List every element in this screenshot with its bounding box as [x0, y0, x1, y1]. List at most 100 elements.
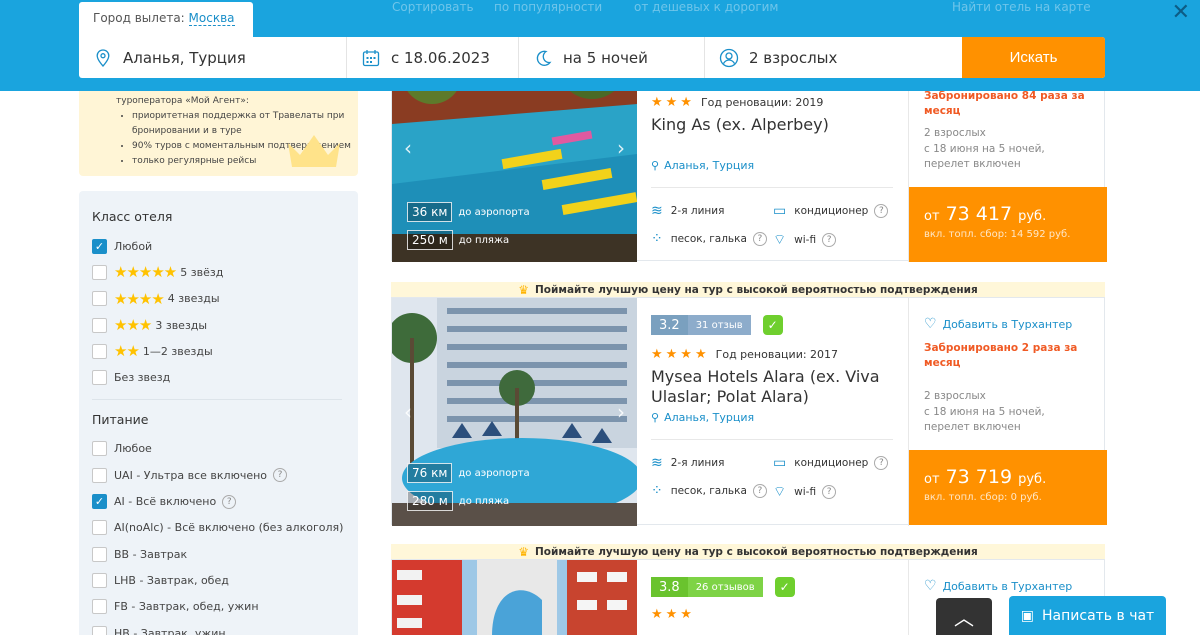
moon-icon: [533, 48, 553, 68]
add-to-tourhunter-link[interactable]: ♡ Добавить в Турхантер: [924, 578, 1072, 594]
hotel-location[interactable]: ⚲ Аланья, Турция: [651, 411, 754, 424]
location-pin-icon: ⚲: [651, 411, 660, 424]
class-option-3[interactable]: ★★★ 3 звезды: [92, 312, 358, 338]
renovation-year: Год реновации: 2017: [715, 348, 839, 361]
class-option-1-2[interactable]: ★★ 1—2 звезды: [92, 338, 358, 364]
amenity-beach: ⁘ песок, галька ?: [651, 231, 767, 247]
class-option-4[interactable]: ★★★★ 4 звезды: [92, 286, 358, 312]
hotel-photo[interactable]: [392, 560, 637, 635]
help-icon[interactable]: ?: [822, 233, 837, 247]
photo-prev-icon[interactable]: ‹: [404, 400, 412, 424]
tour-pax: 2 взрослых: [924, 127, 986, 139]
checkbox[interactable]: [92, 546, 107, 562]
help-icon[interactable]: ?: [273, 468, 288, 483]
hotel-info: 3.8 26 отзывов ✓ ★★★: [651, 560, 906, 635]
food-option[interactable]: ✓ AI - Всё включено ?: [92, 488, 358, 514]
date-field[interactable]: с 18.06.2023: [347, 37, 519, 78]
hotel-card[interactable]: ‹ › 76 км до аэропорта 280 м до пляжа 3.…: [391, 297, 1107, 526]
hotel-name[interactable]: Mysea Hotels Alara (ex. Viva Ulaslar; Po…: [651, 367, 891, 407]
food-option[interactable]: FB - Завтрак, обед, ужин: [92, 594, 358, 620]
checkbox[interactable]: [92, 520, 107, 536]
destination-value: Аланья, Турция: [123, 48, 246, 67]
class-option-5[interactable]: ★★★★★ 5 звёзд: [92, 259, 358, 285]
filters-panel: Класс отеля ✓ Любой ★★★★★ 5 звёзд ★★★★ 4…: [79, 191, 358, 635]
checkbox-checked[interactable]: ✓: [92, 494, 107, 510]
departure-city-label: Город вылета:: [93, 11, 185, 25]
price-button[interactable]: от 73 417 руб. вкл. топл. сбор: 14 592 р…: [909, 187, 1107, 262]
photo-prev-icon[interactable]: ‹: [404, 136, 412, 160]
checkbox-checked[interactable]: ✓: [92, 238, 107, 254]
review-rating[interactable]: 3.8 26 отзывов ✓: [651, 577, 795, 597]
food-option-label: HB - Завтрак, ужин: [114, 626, 226, 635]
food-option[interactable]: LHB - Завтрак, обед: [92, 567, 358, 593]
food-option[interactable]: Любое: [92, 436, 358, 462]
checkbox[interactable]: [92, 291, 107, 307]
promo-banner-text: Поймайте лучшую цену на тур с высокой ве…: [535, 283, 978, 296]
star-rating-icon: ★★★: [651, 607, 695, 622]
checkbox[interactable]: [92, 599, 107, 615]
help-icon[interactable]: ?: [752, 232, 767, 246]
rating-score: 3.2: [651, 315, 688, 335]
hotel-photo[interactable]: ‹ › 76 км до аэропорта 280 м до пляжа: [392, 298, 637, 526]
star-rating-icon: ★★★★: [651, 347, 710, 362]
add-to-tourhunter-label: Добавить в Турхантер: [942, 317, 1073, 331]
chevron-up-icon: ︿: [954, 606, 974, 630]
sand-icon: ⁘: [651, 231, 663, 247]
checkbox[interactable]: [92, 264, 107, 280]
checkbox[interactable]: [92, 343, 107, 359]
nights-field[interactable]: на 5 ночей: [519, 37, 705, 78]
food-title: Питание: [92, 411, 149, 427]
airport-distance: 36 км до аэропорта: [407, 202, 530, 222]
travelers-field[interactable]: 2 взрослых: [705, 37, 962, 78]
checkbox[interactable]: [92, 572, 107, 588]
checkbox[interactable]: [92, 441, 107, 457]
price-value: 73 417: [945, 203, 1013, 225]
class-option-any[interactable]: ✓ Любой: [92, 233, 358, 259]
help-icon[interactable]: ?: [874, 204, 889, 218]
destination-field[interactable]: Аланья, Турция: [79, 37, 347, 78]
help-icon[interactable]: ?: [822, 485, 837, 499]
hotel-card[interactable]: 3.8 26 отзывов ✓ ★★★ ♡ Добавить в Турхан…: [391, 559, 1105, 635]
photo-next-icon[interactable]: ›: [617, 136, 625, 160]
hotel-location-text: Аланья, Турция: [664, 411, 755, 424]
tour-details: 2 взрослых с 18 июня на 5 ночей, перелет…: [924, 389, 1045, 436]
food-option-label: LHB - Завтрак, обед: [114, 573, 229, 587]
help-icon[interactable]: ?: [222, 494, 237, 509]
map-link[interactable]: Найти отель на карте: [952, 0, 1091, 14]
price-button[interactable]: от 73 719 руб. вкл. топл. сбор: 0 руб.: [909, 450, 1107, 525]
departure-city-tab[interactable]: Город вылета: Москва: [79, 2, 253, 37]
scroll-top-button[interactable]: ︿: [936, 598, 992, 635]
food-option[interactable]: BB - Завтрак: [92, 541, 358, 567]
star-rating-icon: ★★★: [651, 95, 695, 110]
four-stars-icon: ★★★★: [114, 289, 165, 308]
photo-next-icon[interactable]: ›: [617, 400, 625, 424]
price-column: ♡ Добавить в Турхантер Забронировано 2 р…: [908, 298, 1107, 526]
chat-button[interactable]: ▣ Написать в чат: [1009, 596, 1166, 635]
price-currency: руб.: [1018, 472, 1047, 487]
add-to-tourhunter-link[interactable]: ♡ Добавить в Турхантер: [924, 316, 1072, 332]
hotel-stars: ★★★ Год реновации: 2019: [651, 95, 823, 110]
search-button[interactable]: Искать: [962, 37, 1105, 78]
checkbox[interactable]: [92, 625, 107, 635]
help-icon[interactable]: ?: [874, 456, 889, 470]
departure-city-link[interactable]: Москва: [188, 11, 235, 26]
sort-cheap-option[interactable]: от дешевых к дорогим: [634, 0, 778, 14]
checkbox[interactable]: [92, 317, 107, 333]
class-option-none[interactable]: Без звезд: [92, 364, 358, 390]
food-option-label: FB - Завтрак, обед, ужин: [114, 600, 259, 614]
review-count: 26 отзывов: [687, 577, 763, 597]
hotel-name[interactable]: King As (ex. Alperbey): [651, 115, 891, 135]
food-option[interactable]: HB - Завтрак, ужин: [92, 620, 358, 635]
help-icon[interactable]: ?: [752, 484, 767, 498]
checkbox[interactable]: [92, 370, 107, 386]
checkbox[interactable]: [92, 467, 107, 483]
review-rating[interactable]: 3.2 31 отзыв ✓: [651, 315, 783, 335]
food-option[interactable]: AI(noAlc) - Всё включено (без алкоголя): [92, 515, 358, 541]
hotel-location[interactable]: ⚲ Аланья, Турция: [651, 159, 754, 172]
tour-dates: с 18 июня на 5 ночей,: [924, 142, 1045, 155]
food-option-label: AI(noAlc) - Всё включено (без алкоголя): [114, 521, 344, 535]
tour-dates: с 18 июня на 5 ночей,: [924, 405, 1045, 418]
sort-popular-option[interactable]: по популярности: [494, 0, 602, 14]
close-icon[interactable]: ✕: [1172, 0, 1190, 25]
food-option[interactable]: UAI - Ультра все включено ?: [92, 462, 358, 488]
